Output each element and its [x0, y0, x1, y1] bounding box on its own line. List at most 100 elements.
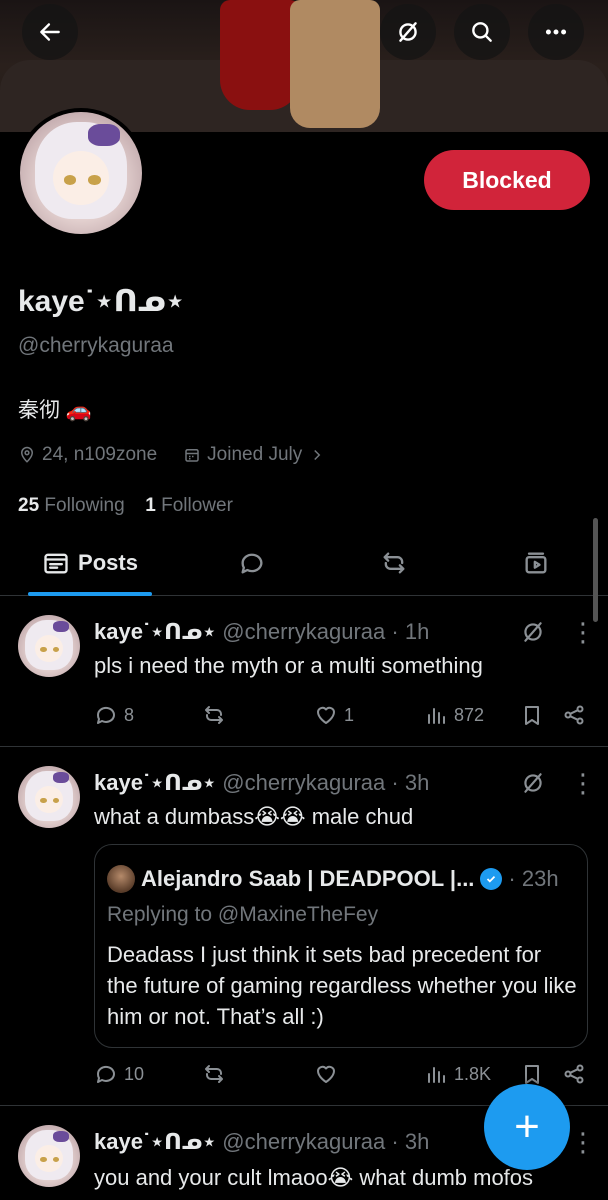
verified-badge-icon [480, 868, 503, 890]
following-link[interactable]: 25 Following [18, 495, 125, 516]
post-avatar[interactable] [18, 615, 80, 677]
active-tab-indicator [28, 592, 152, 596]
tab-media[interactable] [506, 530, 566, 596]
share-icon [564, 1064, 584, 1084]
share-button[interactable] [562, 1062, 586, 1086]
back-arrow-icon [40, 23, 60, 41]
post-more-button[interactable]: ⋮ [570, 770, 596, 796]
post-author-name[interactable]: kaye˙⋆ᑎᓄ⋆ [94, 619, 216, 644]
post-avatar[interactable] [18, 1125, 80, 1187]
post-actions: 8 1 872 [94, 703, 594, 733]
blocked-button[interactable]: Blocked [424, 150, 590, 210]
post-text: what a dumbass😭😭 male chud [94, 804, 414, 829]
replies-tab-icon [241, 553, 263, 574]
quoted-post-header: Alejandro Saab | DEADPOOL |... · 23h [107, 865, 559, 893]
views-count: 1.8K [454, 1063, 492, 1084]
tab-highlights[interactable] [364, 530, 424, 596]
post-author-name[interactable]: kaye˙⋆ᑎᓄ⋆ [94, 770, 216, 795]
like-count: 1 [344, 704, 355, 725]
quoted-replying-handle[interactable]: @MaxineTheFey [218, 903, 378, 926]
post-header: kaye˙⋆ᑎᓄ⋆ @cherrykaguraa · 1h [94, 619, 429, 645]
grok-post-button[interactable] [520, 619, 546, 645]
profile-bio: 秦彻 🚗 [18, 399, 92, 422]
post-text: you and your cult lmaoo😭 what dumb mofos [94, 1165, 534, 1190]
more-button[interactable] [528, 4, 584, 60]
follow-stats: 25 Following 1 Follower [18, 495, 233, 517]
bookmark-icon [525, 1065, 539, 1084]
search-icon [472, 22, 492, 42]
post-time: · 3h [391, 1129, 430, 1154]
repost-tab-icon [383, 552, 405, 574]
followers-link[interactable]: 1 Follower [145, 495, 233, 516]
post-author-name[interactable]: kaye˙⋆ᑎᓄ⋆ [94, 1129, 216, 1154]
profile-tabs: Posts [0, 530, 608, 596]
tab-posts-label: Posts [78, 550, 138, 575]
post-text: pls i need the myth or a multi something [94, 653, 483, 678]
post-item[interactable]: kaye˙⋆ᑎᓄ⋆ @cherrykaguraa · 1h ⋮ pls i ne… [0, 597, 608, 747]
quoted-post-time: · 23h [508, 866, 559, 891]
post-time: · 1h [391, 619, 430, 644]
share-icon [564, 705, 584, 725]
post-author-handle[interactable]: @cherrykaguraa [222, 770, 385, 795]
like-icon [317, 706, 335, 724]
grok-icon [399, 22, 417, 42]
reply-button[interactable]: 10 [94, 1062, 144, 1086]
like-button[interactable] [314, 1062, 338, 1086]
grok-button[interactable] [380, 4, 436, 60]
chevron-right-icon [314, 449, 321, 461]
location-icon [20, 446, 34, 463]
back-button[interactable] [22, 4, 78, 60]
repost-icon [205, 1065, 223, 1083]
tab-replies[interactable] [222, 530, 282, 596]
quoted-post[interactable]: Alejandro Saab | DEADPOOL |... · 23h Rep… [94, 844, 588, 1048]
joined-text[interactable]: Joined July [207, 444, 302, 466]
search-button[interactable] [454, 4, 510, 60]
post-header: kaye˙⋆ᑎᓄ⋆ @cherrykaguraa · 3h [94, 770, 429, 796]
quoted-author-name: Alejandro Saab | DEADPOOL |... [141, 866, 475, 891]
post-more-button[interactable]: ⋮ [570, 1129, 596, 1155]
grok-icon [524, 773, 542, 793]
post-time: · 3h [391, 770, 430, 795]
reply-count: 10 [124, 1063, 145, 1084]
reply-icon [96, 706, 115, 724]
posts-icon [44, 553, 68, 574]
bookmark-icon [525, 706, 539, 725]
views-button[interactable]: 872 [424, 703, 484, 727]
like-icon [317, 1065, 335, 1083]
calendar-icon [185, 449, 199, 462]
views-count: 872 [454, 704, 485, 725]
views-icon [428, 708, 445, 724]
banner-figure-coat [290, 0, 380, 128]
post-author-handle[interactable]: @cherrykaguraa [222, 619, 385, 644]
repost-icon [205, 706, 223, 724]
bookmark-button[interactable] [520, 703, 544, 727]
post-more-button[interactable]: ⋮ [570, 619, 596, 645]
reply-count: 8 [124, 704, 135, 725]
profile-handle: @cherrykaguraa [18, 334, 174, 357]
repost-button[interactable] [202, 1062, 226, 1086]
post-header: kaye˙⋆ᑎᓄ⋆ @cherrykaguraa · 3h [94, 1129, 429, 1155]
quoted-post-text: Deadass I just think it sets bad precede… [107, 942, 577, 1029]
grok-icon [524, 622, 542, 642]
views-button[interactable]: 1.8K [424, 1062, 491, 1086]
plus-icon: + [514, 1102, 540, 1151]
tab-posts[interactable]: Posts [0, 530, 180, 596]
views-icon [428, 1067, 445, 1083]
profile-meta: 24, n109zone Joined July [18, 444, 326, 466]
post-author-handle[interactable]: @cherrykaguraa [222, 1129, 385, 1154]
bookmark-button[interactable] [520, 1062, 544, 1086]
banner-figure-red [220, 0, 300, 110]
profile-name: kaye˙⋆ᑎᓄ⋆ [18, 285, 185, 318]
share-button[interactable] [562, 703, 586, 727]
quoted-avatar [107, 865, 135, 893]
post-avatar[interactable] [18, 766, 80, 828]
repost-button[interactable] [202, 703, 226, 727]
like-button[interactable]: 1 [314, 703, 354, 727]
reply-icon [96, 1065, 115, 1083]
media-tab-icon [525, 552, 547, 574]
reply-button[interactable]: 8 [94, 703, 134, 727]
profile-avatar[interactable] [16, 108, 146, 238]
quoted-replying-to: Replying to @MaxineTheFey [107, 903, 379, 926]
compose-button[interactable]: + [484, 1084, 570, 1170]
grok-post-button[interactable] [520, 770, 546, 796]
